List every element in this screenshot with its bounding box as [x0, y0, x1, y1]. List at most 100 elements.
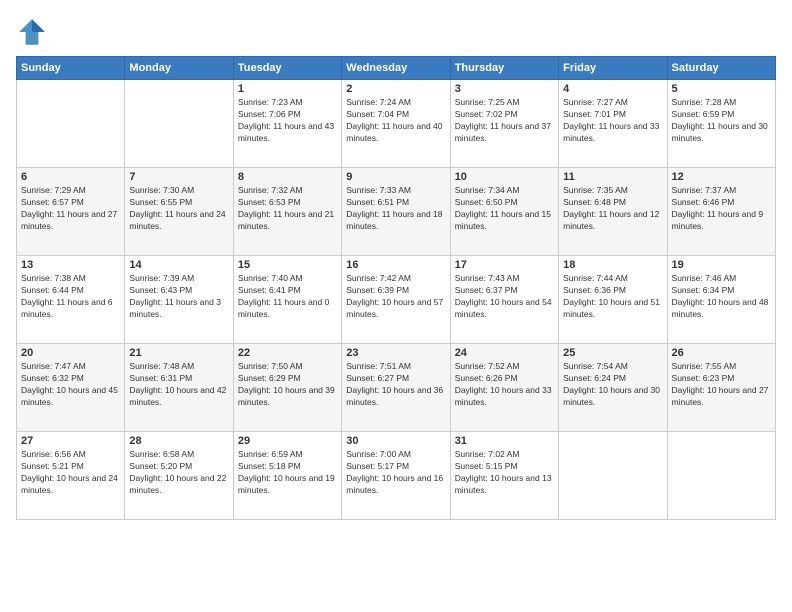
day-number: 4 [563, 83, 662, 95]
day-number: 23 [346, 347, 445, 359]
page: SundayMondayTuesdayWednesdayThursdayFrid… [0, 0, 792, 612]
day-number: 2 [346, 83, 445, 95]
day-info: Sunrise: 7:48 AM Sunset: 6:31 PM Dayligh… [129, 361, 228, 409]
day-info: Sunrise: 7:46 AM Sunset: 6:34 PM Dayligh… [672, 273, 771, 321]
day-info: Sunrise: 7:37 AM Sunset: 6:46 PM Dayligh… [672, 185, 771, 233]
day-info: Sunrise: 7:47 AM Sunset: 6:32 PM Dayligh… [21, 361, 120, 409]
day-number: 11 [563, 171, 662, 183]
day-info: Sunrise: 6:58 AM Sunset: 5:20 PM Dayligh… [129, 449, 228, 497]
day-number: 22 [238, 347, 337, 359]
calendar-cell: 18 Sunrise: 7:44 AM Sunset: 6:36 PM Dayli… [559, 256, 667, 344]
weekday-header-wednesday: Wednesday [342, 57, 450, 80]
day-info: Sunrise: 7:29 AM Sunset: 6:57 PM Dayligh… [21, 185, 120, 233]
weekday-header-tuesday: Tuesday [233, 57, 341, 80]
day-number: 29 [238, 435, 337, 447]
day-info: Sunrise: 7:32 AM Sunset: 6:53 PM Dayligh… [238, 185, 337, 233]
day-number: 21 [129, 347, 228, 359]
day-number: 15 [238, 259, 337, 271]
day-info: Sunrise: 6:59 AM Sunset: 5:18 PM Dayligh… [238, 449, 337, 497]
calendar-cell: 11 Sunrise: 7:35 AM Sunset: 6:48 PM Dayli… [559, 168, 667, 256]
day-info: Sunrise: 7:28 AM Sunset: 6:59 PM Dayligh… [672, 97, 771, 145]
calendar-cell: 31Sunrise: 7:02 AM Sunset: 5:15 PM Dayli… [450, 432, 558, 520]
calendar-cell [125, 80, 233, 168]
day-number: 28 [129, 435, 228, 447]
day-info: Sunrise: 7:54 AM Sunset: 6:24 PM Dayligh… [563, 361, 662, 409]
day-number: 31 [455, 435, 554, 447]
day-info: Sunrise: 7:25 AM Sunset: 7:02 PM Dayligh… [455, 97, 554, 145]
calendar-cell: 21 Sunrise: 7:48 AM Sunset: 6:31 PM Dayli… [125, 344, 233, 432]
calendar-cell: 12 Sunrise: 7:37 AM Sunset: 6:46 PM Dayli… [667, 168, 775, 256]
day-number: 14 [129, 259, 228, 271]
day-info: Sunrise: 7:23 AM Sunset: 7:06 PM Dayligh… [238, 97, 337, 145]
day-number: 26 [672, 347, 771, 359]
calendar-cell: 16 Sunrise: 7:42 AM Sunset: 6:39 PM Dayli… [342, 256, 450, 344]
calendar-cell [559, 432, 667, 520]
calendar-cell: 23 Sunrise: 7:51 AM Sunset: 6:27 PM Dayli… [342, 344, 450, 432]
week-row-1: 6 Sunrise: 7:29 AM Sunset: 6:57 PM Daylig… [17, 168, 776, 256]
day-info: Sunrise: 7:52 AM Sunset: 6:26 PM Dayligh… [455, 361, 554, 409]
calendar-table: SundayMondayTuesdayWednesdayThursdayFrid… [16, 56, 776, 520]
day-number: 5 [672, 83, 771, 95]
day-info: Sunrise: 7:44 AM Sunset: 6:36 PM Dayligh… [563, 273, 662, 321]
day-number: 7 [129, 171, 228, 183]
calendar-cell: 30Sunrise: 7:00 AM Sunset: 5:17 PM Dayli… [342, 432, 450, 520]
calendar-cell: 28 Sunrise: 6:58 AM Sunset: 5:20 PM Dayli… [125, 432, 233, 520]
calendar-cell: 24 Sunrise: 7:52 AM Sunset: 6:26 PM Dayli… [450, 344, 558, 432]
weekday-header-sunday: Sunday [17, 57, 125, 80]
day-info: Sunrise: 7:34 AM Sunset: 6:50 PM Dayligh… [455, 185, 554, 233]
calendar-cell: 27 Sunrise: 6:56 AM Sunset: 5:21 PM Dayli… [17, 432, 125, 520]
calendar-cell: 4 Sunrise: 7:27 AM Sunset: 7:01 PM Daylig… [559, 80, 667, 168]
week-row-2: 13Sunrise: 7:38 AM Sunset: 6:44 PM Dayli… [17, 256, 776, 344]
day-number: 27 [21, 435, 120, 447]
calendar-cell: 7Sunrise: 7:30 AM Sunset: 6:55 PM Daylig… [125, 168, 233, 256]
calendar-cell: 20Sunrise: 7:47 AM Sunset: 6:32 PM Dayli… [17, 344, 125, 432]
day-number: 1 [238, 83, 337, 95]
day-info: Sunrise: 6:56 AM Sunset: 5:21 PM Dayligh… [21, 449, 120, 497]
calendar-cell: 25 Sunrise: 7:54 AM Sunset: 6:24 PM Dayli… [559, 344, 667, 432]
calendar-cell: 14 Sunrise: 7:39 AM Sunset: 6:43 PM Dayli… [125, 256, 233, 344]
weekday-header-saturday: Saturday [667, 57, 775, 80]
day-number: 17 [455, 259, 554, 271]
calendar-cell: 6 Sunrise: 7:29 AM Sunset: 6:57 PM Daylig… [17, 168, 125, 256]
day-number: 24 [455, 347, 554, 359]
day-info: Sunrise: 7:33 AM Sunset: 6:51 PM Dayligh… [346, 185, 445, 233]
day-number: 6 [21, 171, 120, 183]
week-row-4: 27 Sunrise: 6:56 AM Sunset: 5:21 PM Dayli… [17, 432, 776, 520]
day-info: Sunrise: 7:42 AM Sunset: 6:39 PM Dayligh… [346, 273, 445, 321]
weekday-header-friday: Friday [559, 57, 667, 80]
calendar-cell: 2 Sunrise: 7:24 AM Sunset: 7:04 PM Daylig… [342, 80, 450, 168]
day-number: 3 [455, 83, 554, 95]
day-number: 8 [238, 171, 337, 183]
day-info: Sunrise: 7:55 AM Sunset: 6:23 PM Dayligh… [672, 361, 771, 409]
calendar-cell: 5 Sunrise: 7:28 AM Sunset: 6:59 PM Daylig… [667, 80, 775, 168]
day-info: Sunrise: 7:39 AM Sunset: 6:43 PM Dayligh… [129, 273, 228, 321]
day-number: 16 [346, 259, 445, 271]
day-info: Sunrise: 7:40 AM Sunset: 6:41 PM Dayligh… [238, 273, 337, 321]
day-info: Sunrise: 7:00 AM Sunset: 5:17 PM Dayligh… [346, 449, 445, 497]
day-number: 10 [455, 171, 554, 183]
day-number: 18 [563, 259, 662, 271]
week-row-0: 1 Sunrise: 7:23 AM Sunset: 7:06 PM Daylig… [17, 80, 776, 168]
calendar-cell: 19 Sunrise: 7:46 AM Sunset: 6:34 PM Dayli… [667, 256, 775, 344]
calendar-cell: 17 Sunrise: 7:43 AM Sunset: 6:37 PM Dayli… [450, 256, 558, 344]
calendar-cell: 3 Sunrise: 7:25 AM Sunset: 7:02 PM Daylig… [450, 80, 558, 168]
day-number: 12 [672, 171, 771, 183]
header [16, 16, 776, 48]
calendar-cell [667, 432, 775, 520]
calendar-cell: 8 Sunrise: 7:32 AM Sunset: 6:53 PM Daylig… [233, 168, 341, 256]
calendar-cell: 1 Sunrise: 7:23 AM Sunset: 7:06 PM Daylig… [233, 80, 341, 168]
week-row-3: 20Sunrise: 7:47 AM Sunset: 6:32 PM Dayli… [17, 344, 776, 432]
day-info: Sunrise: 7:50 AM Sunset: 6:29 PM Dayligh… [238, 361, 337, 409]
weekday-header-thursday: Thursday [450, 57, 558, 80]
day-number: 19 [672, 259, 771, 271]
day-number: 25 [563, 347, 662, 359]
calendar-cell: 29 Sunrise: 6:59 AM Sunset: 5:18 PM Dayli… [233, 432, 341, 520]
day-info: Sunrise: 7:51 AM Sunset: 6:27 PM Dayligh… [346, 361, 445, 409]
day-info: Sunrise: 7:35 AM Sunset: 6:48 PM Dayligh… [563, 185, 662, 233]
calendar-cell: 10 Sunrise: 7:34 AM Sunset: 6:50 PM Dayli… [450, 168, 558, 256]
calendar-cell: 15 Sunrise: 7:40 AM Sunset: 6:41 PM Dayli… [233, 256, 341, 344]
calendar-cell: 13Sunrise: 7:38 AM Sunset: 6:44 PM Dayli… [17, 256, 125, 344]
day-info: Sunrise: 7:27 AM Sunset: 7:01 PM Dayligh… [563, 97, 662, 145]
day-info: Sunrise: 7:24 AM Sunset: 7:04 PM Dayligh… [346, 97, 445, 145]
day-info: Sunrise: 7:43 AM Sunset: 6:37 PM Dayligh… [455, 273, 554, 321]
